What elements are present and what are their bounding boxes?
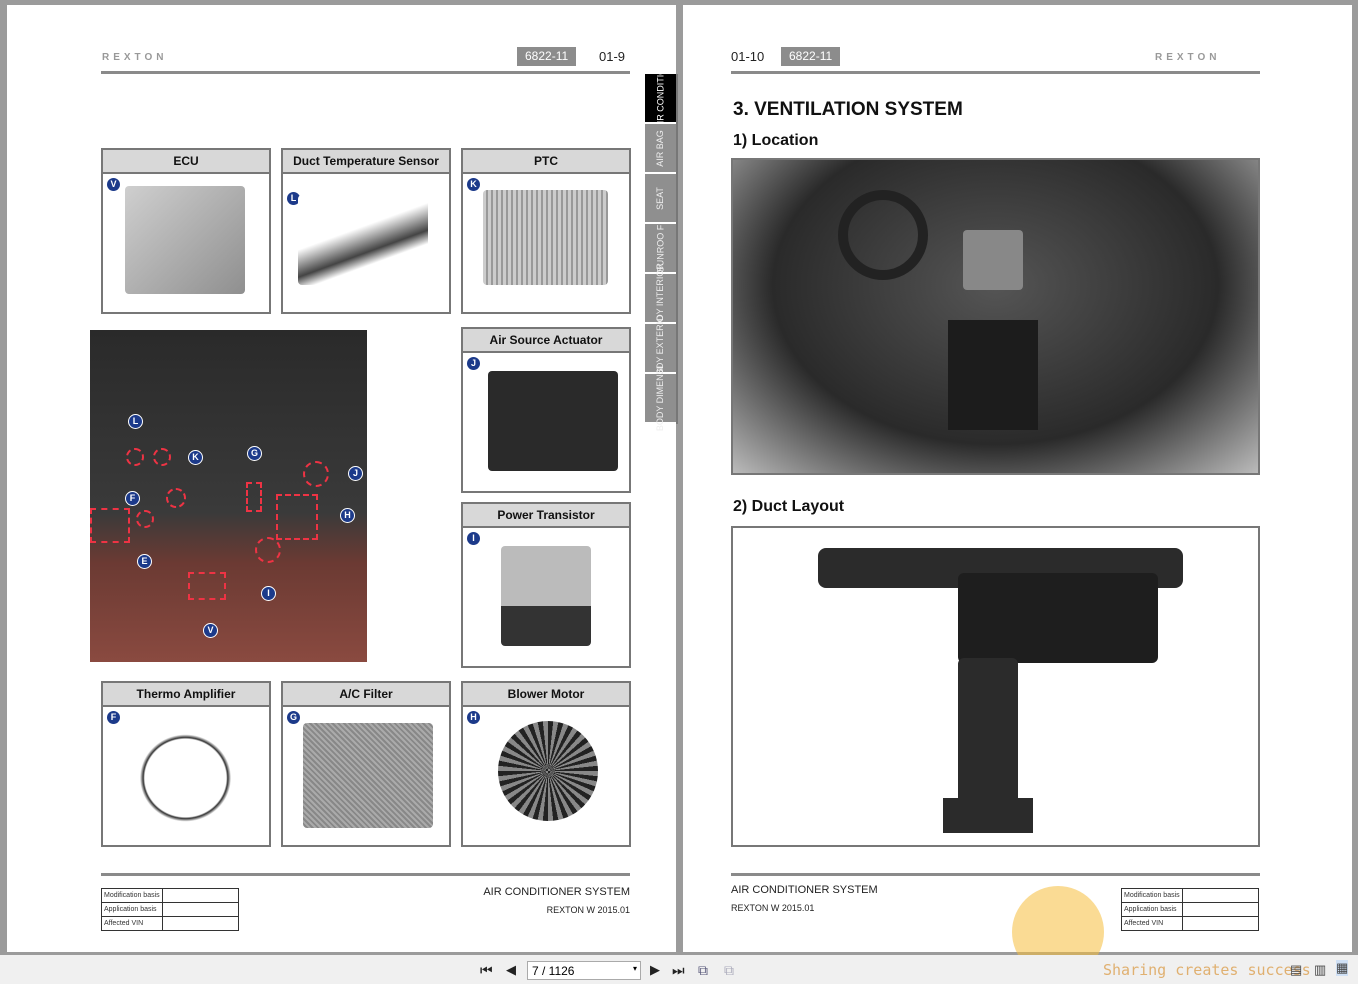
- footer-divider: [101, 873, 630, 876]
- callout-g: G: [247, 446, 262, 461]
- tab-seat[interactable]: SEAT: [645, 174, 676, 222]
- doc-code-badge: 6822-11: [781, 47, 841, 66]
- rexton-logo: REXTON: [1155, 52, 1221, 63]
- component-card-power-transistor: Power Transistor I: [461, 502, 631, 668]
- doc-code-badge: 6822-11: [517, 47, 577, 66]
- callout-v: V: [203, 623, 218, 638]
- tab-border: [676, 74, 678, 424]
- callout-i: I: [261, 586, 276, 601]
- component-card-blower-motor: Blower Motor H: [461, 681, 631, 847]
- tab-air-bag[interactable]: AIR BAG: [645, 124, 676, 172]
- footer-system: AIR CONDITIONER SYSTEM: [483, 886, 630, 898]
- back-view-icon[interactable]: ⧉: [698, 962, 708, 979]
- page-number: 01-9: [599, 49, 626, 64]
- continuous-view-icon[interactable]: ▥: [1314, 962, 1326, 978]
- revision-table: Modification basis Application basis Aff…: [101, 888, 239, 931]
- callout-h: H: [340, 508, 355, 523]
- duct-layout-image: [731, 526, 1260, 847]
- footer-divider: [731, 873, 1260, 876]
- forward-view-icon[interactable]: ⧉: [724, 962, 734, 979]
- two-page-view-icon[interactable]: ▦: [1336, 960, 1349, 976]
- first-page-button[interactable]: ⏮: [480, 962, 493, 979]
- header-divider: [101, 71, 630, 74]
- callout-k: K: [188, 450, 203, 465]
- last-page-button[interactable]: ⏭: [672, 962, 685, 979]
- prev-page-button[interactable]: ◀: [506, 962, 516, 978]
- footer-model: REXTON W 2015.01: [731, 903, 815, 913]
- subsection-duct-layout: 2) Duct Layout: [733, 498, 845, 515]
- single-page-view-icon[interactable]: ▤: [1290, 962, 1302, 978]
- tab-body-dimension[interactable]: BODY DIMENSI: [645, 365, 676, 431]
- viewer-toolbar: ⏮ ◀ 7 / 1126 ▾ ▶ ⏭ ⧉ ⧉ Sharing creates su…: [0, 955, 1358, 984]
- component-card-ecu: ECU V: [101, 148, 271, 314]
- callout-f: F: [125, 491, 140, 506]
- footer-model: REXTON W 2015.01: [546, 905, 630, 915]
- component-card-duct-temp-sensor: Duct Temperature Sensor L: [281, 148, 451, 314]
- dashboard-location-image: L K G J F H E I V: [90, 330, 367, 662]
- callout-l: L: [128, 414, 143, 429]
- rexton-logo: REXTON: [102, 52, 168, 63]
- tab-air-conditioner[interactable]: AIR CONDITIO: [645, 67, 676, 129]
- subsection-location: 1) Location: [733, 132, 819, 149]
- page-number: 01-10: [731, 49, 765, 64]
- component-card-ac-filter: A/C Filter G: [281, 681, 451, 847]
- next-page-button[interactable]: ▶: [650, 962, 660, 978]
- section-title: 3. VENTILATION SYSTEM: [733, 99, 963, 120]
- footer-system: AIR CONDITIONER SYSTEM: [731, 884, 878, 896]
- component-card-ptc: PTC K: [461, 148, 631, 314]
- location-image: [731, 158, 1260, 475]
- revision-table: Modification basis Application basis Aff…: [1121, 888, 1259, 931]
- component-card-air-source-actuator: Air Source Actuator J: [461, 327, 631, 493]
- component-card-thermo-amplifier: Thermo Amplifier F: [101, 681, 271, 847]
- tab-body-exterior[interactable]: BODY EXTERIO: [645, 314, 676, 382]
- header-divider: [731, 71, 1260, 74]
- callout-e: E: [137, 554, 152, 569]
- page-number-input[interactable]: 7 / 1126 ▾: [527, 961, 641, 980]
- watermark-text: Sharing creates success: [1103, 961, 1311, 979]
- callout-j: J: [348, 466, 363, 481]
